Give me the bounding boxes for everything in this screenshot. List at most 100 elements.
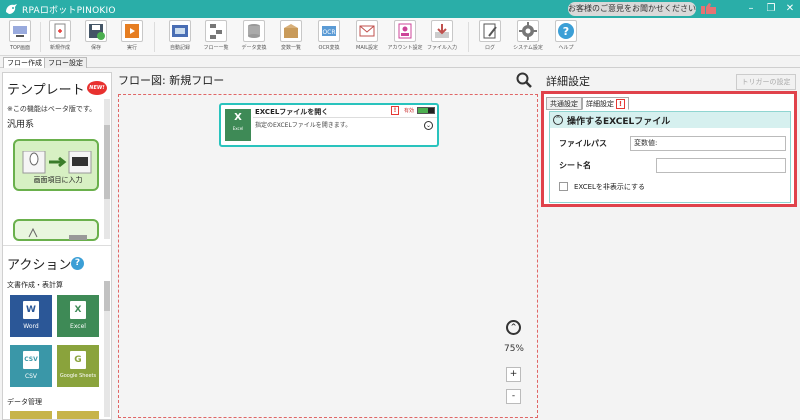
warning-icon: ! bbox=[391, 106, 399, 115]
node-title: EXCELファイルを開く bbox=[255, 108, 329, 116]
new-badge: NEW! bbox=[87, 81, 107, 95]
action-scroll-thumb[interactable] bbox=[104, 281, 110, 311]
menu-tabs: フロー作成 フロー設定 bbox=[0, 56, 800, 68]
action-help-icon[interactable]: ? bbox=[71, 257, 84, 270]
ocr-icon: OCR bbox=[318, 20, 340, 42]
tab-flow-settings[interactable]: フロー設定 bbox=[44, 57, 87, 68]
action-title: アクション bbox=[7, 258, 72, 273]
template-scrollbar[interactable] bbox=[104, 99, 110, 239]
save-button[interactable]: 保存 bbox=[78, 20, 114, 54]
warning-icon: ! bbox=[616, 99, 625, 109]
csv-icon: CSV bbox=[23, 351, 39, 369]
save-label: 保存 bbox=[90, 45, 101, 51]
tab-detail-settings[interactable]: 詳細設定! bbox=[582, 97, 629, 110]
tile-excel[interactable]: X Excel bbox=[57, 295, 99, 337]
file-path-input[interactable]: 変数値: bbox=[630, 136, 786, 151]
zoom-out-button[interactable]: - bbox=[506, 389, 521, 404]
account-settings-button[interactable]: アカウント設定 bbox=[387, 20, 423, 54]
run-label: 実行 bbox=[126, 45, 137, 51]
auto-record-button[interactable]: 自動記録 bbox=[162, 20, 198, 54]
template-card-label: 画面項目に入力 bbox=[33, 176, 83, 184]
tile-data-partial[interactable] bbox=[57, 411, 99, 419]
variable-list-button[interactable]: 変数一覧 bbox=[273, 20, 309, 54]
tab-detail-settings-label: 詳細設定 bbox=[586, 100, 614, 108]
tab-common-settings[interactable]: 共通設定 bbox=[546, 97, 582, 110]
auto-record-label: 自動記録 bbox=[169, 45, 190, 51]
account-settings-label: アカウント設定 bbox=[387, 45, 423, 51]
svg-text:OCR: OCR bbox=[322, 29, 335, 36]
flow-list-button[interactable]: フロー一覧 bbox=[198, 20, 234, 54]
new-create-label: 新規作成 bbox=[49, 45, 70, 51]
minimize-button[interactable]: – bbox=[744, 3, 758, 15]
node-divider bbox=[253, 117, 437, 118]
flow-canvas[interactable]: X Excel EXCELファイルを開く ! 有効 指定のEXCELファイルを開… bbox=[118, 94, 538, 418]
excel-glyph: X bbox=[234, 112, 242, 123]
mail-icon bbox=[356, 20, 378, 42]
section-header[interactable]: ^ 操作するEXCELファイル bbox=[550, 112, 790, 128]
tile-excel-label: Excel bbox=[70, 323, 86, 330]
template-preview-icon bbox=[28, 227, 87, 240]
database-icon bbox=[243, 20, 265, 42]
tile-csv-label: CSV bbox=[24, 373, 38, 380]
template-card-second[interactable] bbox=[13, 219, 99, 241]
file-download-icon bbox=[431, 20, 453, 42]
hide-excel-checkbox[interactable] bbox=[559, 182, 568, 191]
log-button[interactable]: ログ bbox=[472, 20, 508, 54]
system-settings-label: システム設定 bbox=[513, 45, 543, 51]
group-general: 汎用系 bbox=[7, 120, 35, 130]
mail-settings-button[interactable]: MAIL設定 bbox=[349, 20, 385, 54]
tile-data-partial[interactable] bbox=[10, 411, 52, 419]
tile-google-sheets[interactable]: G Google Sheets bbox=[57, 345, 99, 387]
close-button[interactable]: ✕ bbox=[783, 3, 797, 15]
account-icon bbox=[394, 20, 416, 42]
google-sheets-icon: G bbox=[70, 351, 86, 369]
hide-excel-label: EXCELを非表示にする bbox=[574, 183, 645, 191]
trigger-settings-button[interactable]: トリガーの設定 bbox=[736, 74, 796, 90]
left-panel: テンプレート NEW! ※この機能はベータ版です。 汎用系 画面項目に入力 アク… bbox=[2, 72, 112, 420]
action-scrollbar[interactable] bbox=[104, 281, 110, 417]
mail-settings-label: MAIL設定 bbox=[356, 45, 378, 51]
top-screen-button[interactable]: TOP画面 bbox=[2, 20, 38, 54]
node-enable-toggle[interactable] bbox=[417, 107, 435, 114]
tile-csv[interactable]: CSV CSV bbox=[10, 345, 52, 387]
tile-word-label: Word bbox=[23, 323, 39, 330]
restore-button[interactable]: ❐ bbox=[764, 3, 778, 15]
run-icon bbox=[121, 20, 143, 42]
category-data: データ管理 bbox=[7, 398, 42, 406]
file-path-label: ファイルパス bbox=[559, 139, 607, 148]
log-document-icon bbox=[479, 20, 501, 42]
new-create-button[interactable]: 新規作成 bbox=[42, 20, 78, 54]
detail-settings-panel: 共通設定 詳細設定! ^ 操作するEXCELファイル ファイルパス 変数値: シ… bbox=[541, 91, 797, 207]
tile-google-sheets-label: Google Sheets bbox=[59, 373, 97, 379]
template-title: テンプレート bbox=[7, 83, 85, 98]
help-button[interactable]: ? ヘルプ bbox=[548, 20, 584, 54]
zoom-in-button[interactable]: + bbox=[506, 367, 521, 382]
title-bar: RPAロボットPINOKIO お客様のご意見をお聞かせください – ❐ ✕ bbox=[0, 0, 800, 18]
excel-icon-text: Excel bbox=[232, 126, 244, 131]
run-button[interactable]: 実行 bbox=[114, 20, 150, 54]
chevron-up-icon[interactable]: ^ bbox=[553, 115, 563, 125]
variable-list-label: 変数一覧 bbox=[280, 45, 301, 51]
system-settings-button[interactable]: システム設定 bbox=[510, 20, 546, 54]
scroll-to-top-icon[interactable]: ^ bbox=[506, 320, 521, 335]
file-input-button[interactable]: ファイル入力 bbox=[424, 20, 460, 54]
box-icon bbox=[280, 20, 302, 42]
thumbs-icon[interactable] bbox=[700, 2, 720, 16]
sheet-name-label: シート名 bbox=[559, 161, 591, 170]
excel-icon: X bbox=[70, 301, 86, 319]
template-scroll-thumb[interactable] bbox=[104, 125, 110, 199]
tile-word[interactable]: W Word bbox=[10, 295, 52, 337]
flow-node-excel-open[interactable]: X Excel EXCELファイルを開く ! 有効 指定のEXCELファイルを開… bbox=[219, 103, 439, 147]
data-transform-button[interactable]: データ変換 bbox=[236, 20, 272, 54]
chevron-down-icon[interactable]: ⌄ bbox=[424, 121, 433, 130]
search-icon[interactable] bbox=[516, 72, 532, 88]
template-card-input[interactable]: 画面項目に入力 bbox=[13, 139, 99, 191]
save-icon bbox=[85, 20, 107, 42]
feedback-button[interactable]: お客様のご意見をお聞かせください bbox=[568, 2, 696, 16]
ocr-transform-button[interactable]: OCR OCR変換 bbox=[311, 20, 347, 54]
data-transform-label: データ変換 bbox=[241, 45, 267, 51]
help-icon: ? bbox=[555, 20, 577, 42]
sheet-name-input[interactable] bbox=[656, 158, 786, 173]
flow-list-label: フロー一覧 bbox=[203, 45, 229, 51]
tab-flow-create[interactable]: フロー作成 bbox=[3, 57, 46, 68]
